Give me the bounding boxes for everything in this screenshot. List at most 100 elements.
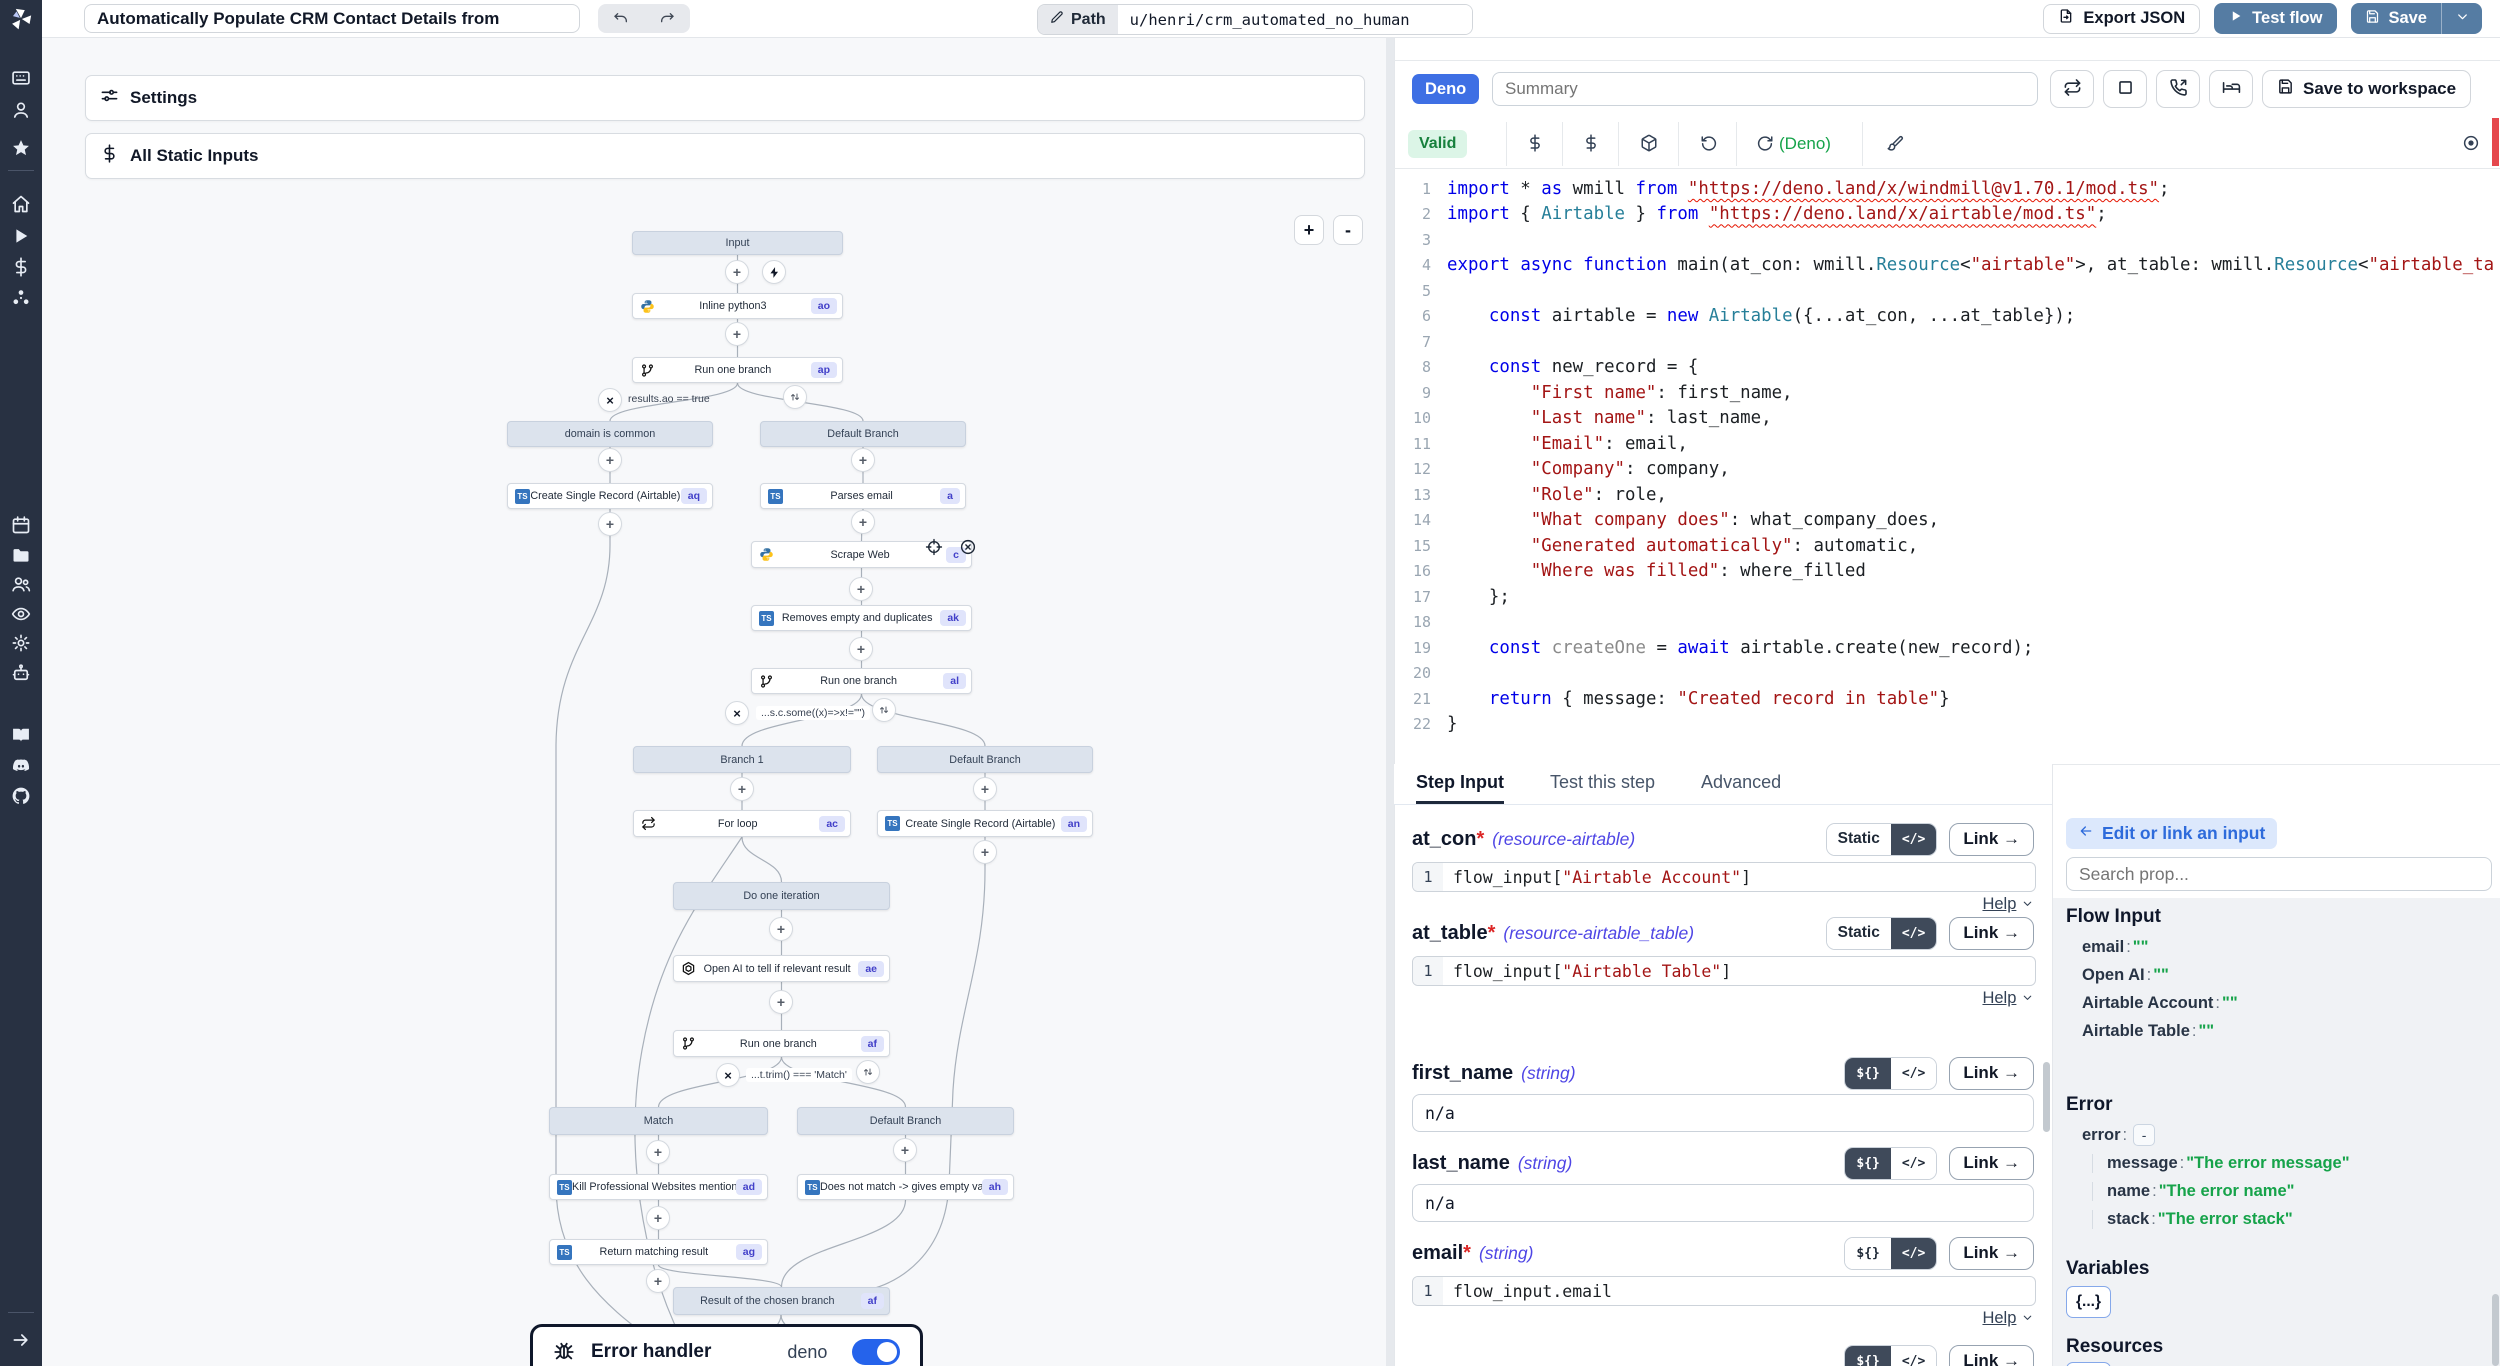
insert-step-button[interactable]: +: [646, 1140, 670, 1164]
branch-compare-icon[interactable]: [872, 698, 896, 722]
field-code-editor-at_con[interactable]: 1flow_input["Airtable Account"]: [1412, 862, 2036, 892]
move-node-icon[interactable]: [926, 539, 943, 556]
save-button[interactable]: Save: [2351, 3, 2442, 34]
link-input-button[interactable]: Link →: [1949, 1057, 2034, 1090]
link-input-button[interactable]: Link →: [1949, 1345, 2034, 1366]
undo-button[interactable]: [598, 4, 644, 33]
flow-node-al[interactable]: Run one branchal: [751, 668, 972, 694]
link-input-button[interactable]: Link →: [1949, 917, 2034, 950]
flow-node-an[interactable]: TSCreate Single Record (Airtable)an: [877, 810, 1093, 837]
flow-node-a[interactable]: TSParses emaila: [760, 483, 966, 509]
expand-resources-button[interactable]: {...}: [2066, 1362, 2111, 1366]
export-json-button[interactable]: Export JSON: [2043, 4, 2200, 34]
gear-icon[interactable]: [11, 633, 31, 653]
template-mode-toggle[interactable]: ${}: [1845, 1238, 1890, 1269]
all-static-inputs-button[interactable]: All Static Inputs: [85, 133, 1365, 179]
insert-step-button[interactable]: +: [598, 448, 622, 472]
field-value-input-first_name[interactable]: [1412, 1094, 2034, 1132]
code-mode-toggle[interactable]: </>: [1891, 1238, 1936, 1269]
save-to-workspace-button[interactable]: Save to workspace: [2262, 70, 2471, 108]
calendar-icon[interactable]: [11, 515, 31, 535]
insert-step-button[interactable]: +: [851, 510, 875, 534]
prop-row-name[interactable]: name : "The error name": [2092, 1182, 2294, 1201]
link-input-button[interactable]: Link →: [1949, 823, 2034, 856]
insert-step-button[interactable]: +: [851, 448, 875, 472]
dollar-icon[interactable]: [11, 257, 31, 277]
eye-icon[interactable]: [11, 604, 31, 624]
language-badge[interactable]: Deno: [1412, 74, 1479, 104]
insert-step-button[interactable]: +: [725, 260, 749, 284]
insert-step-button[interactable]: +: [973, 777, 997, 801]
help-link[interactable]: Help: [1412, 895, 2034, 914]
flow-title-input[interactable]: [84, 4, 580, 33]
insert-step-button[interactable]: +: [725, 322, 749, 346]
flow-node-branch-1[interactable]: Branch 1: [633, 746, 851, 773]
flow-node-default-branch[interactable]: Default Branch: [877, 746, 1093, 773]
book-icon[interactable]: [11, 725, 31, 745]
flow-node-ac[interactable]: For loopac: [633, 810, 851, 837]
help-link[interactable]: Help: [1412, 989, 2034, 1008]
users-icon[interactable]: [11, 574, 31, 594]
code-mode-toggle[interactable]: </>: [1891, 1058, 1936, 1089]
flow-node-ak[interactable]: TSRemoves empty and duplicatesak: [751, 605, 972, 631]
panel-splitter[interactable]: [1386, 37, 1394, 1366]
insert-step-button[interactable]: +: [769, 990, 793, 1014]
app-window-icon[interactable]: [11, 68, 31, 88]
field-code-editor-email[interactable]: 1flow_input.email: [1412, 1276, 2036, 1306]
tab-advanced[interactable]: Advanced: [1701, 764, 1781, 804]
branch-compare-icon[interactable]: [856, 1060, 880, 1084]
insert-step-button[interactable]: +: [646, 1269, 670, 1293]
prop-row-error[interactable]: error : -: [2082, 1124, 2155, 1146]
diff-view-button[interactable]: [2458, 131, 2484, 157]
insert-step-button[interactable]: +: [849, 637, 873, 661]
flow-node-af[interactable]: Result of the chosen branchaf: [673, 1287, 890, 1315]
flow-settings-button[interactable]: Settings: [85, 75, 1365, 121]
link-input-button[interactable]: Link →: [1949, 1237, 2034, 1270]
flow-node-ae[interactable]: Open AI to tell if relevant resultae: [673, 955, 890, 982]
format-code-button[interactable]: [1882, 131, 1908, 157]
discord-icon[interactable]: [11, 756, 31, 776]
sleep-button[interactable]: [2209, 70, 2253, 108]
reload-language-button[interactable]: [1752, 131, 1778, 157]
package-button[interactable]: [1636, 131, 1662, 157]
template-mode-toggle[interactable]: ${}: [1845, 1148, 1890, 1179]
code-mode-toggle[interactable]: </>: [1891, 918, 1936, 949]
folder-icon[interactable]: [11, 545, 31, 565]
suspend-button[interactable]: [2156, 70, 2200, 108]
bolt-icon[interactable]: [762, 260, 786, 284]
prop-row-airtable-account[interactable]: Airtable Account : "": [2082, 994, 2238, 1013]
static-mode-toggle[interactable]: Static: [1827, 824, 1891, 855]
insert-step-button[interactable]: +: [849, 577, 873, 601]
prop-row-open-ai[interactable]: Open AI : "": [2082, 966, 2169, 985]
static-mode-toggle[interactable]: Static: [1827, 918, 1891, 949]
insert-step-button[interactable]: +: [646, 1206, 670, 1230]
add-resource-button[interactable]: [1578, 131, 1604, 157]
home-icon[interactable]: [11, 194, 31, 214]
flow-node-af[interactable]: Run one branchaf: [673, 1030, 890, 1057]
flow-node-do-one-iteration[interactable]: Do one iteration: [673, 882, 890, 910]
help-link[interactable]: Help: [1412, 1309, 2034, 1328]
tab-step-input[interactable]: Step Input: [1416, 764, 1504, 804]
template-mode-toggle[interactable]: ${}: [1845, 1058, 1890, 1089]
flow-node-ad[interactable]: TSKill Professional Websites mentionsad: [549, 1174, 768, 1200]
flow-node-ao[interactable]: Inline python3ao: [632, 293, 843, 319]
flow-node-ah[interactable]: TSDoes not match -> gives empty valueah: [797, 1174, 1014, 1200]
github-icon[interactable]: [11, 786, 31, 806]
star-icon[interactable]: [11, 138, 31, 158]
prop-row-email[interactable]: email : "": [2082, 938, 2148, 957]
delete-node-icon[interactable]: [960, 539, 977, 556]
tab-test-this-step[interactable]: Test this step: [1550, 764, 1655, 804]
spinner-icon[interactable]: [11, 288, 31, 308]
expand-variables-button[interactable]: {...}: [2066, 1286, 2111, 1318]
flow-node-match[interactable]: Match: [549, 1107, 768, 1135]
redo-button[interactable]: [644, 4, 690, 33]
branch-close-icon[interactable]: ×: [598, 388, 622, 412]
insert-step-button[interactable]: +: [893, 1138, 917, 1162]
error-handler-toggle[interactable]: [852, 1339, 900, 1365]
prop-row-stack[interactable]: stack : "The error stack": [2092, 1210, 2293, 1229]
summary-input[interactable]: [1492, 72, 2038, 106]
reset-button[interactable]: [1696, 131, 1722, 157]
play-icon[interactable]: [11, 226, 31, 246]
prop-row-airtable-table[interactable]: Airtable Table : "": [2082, 1022, 2214, 1041]
link-input-button[interactable]: Link →: [1949, 1147, 2034, 1180]
